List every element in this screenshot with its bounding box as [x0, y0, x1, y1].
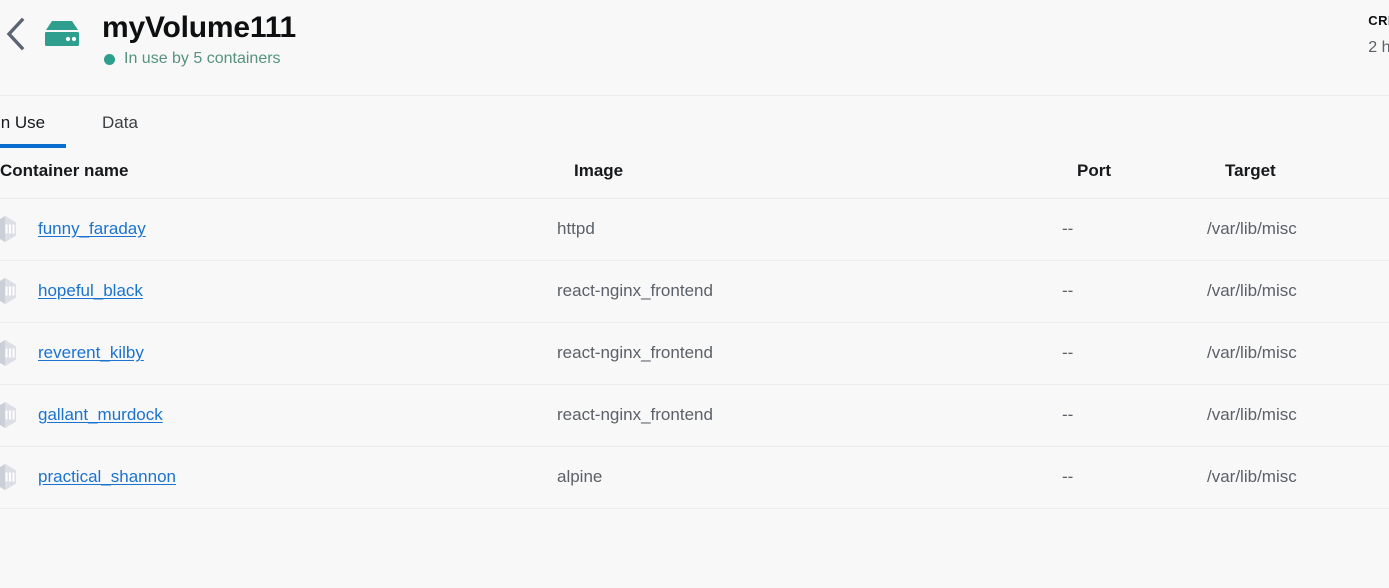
cell-target: /var/lib/misc [1207, 281, 1297, 300]
table-header: Container name Image Port Target [0, 150, 1389, 198]
container-name-link[interactable]: hopeful_black [38, 280, 143, 302]
cell-image: react-nginx_frontend [557, 281, 713, 300]
column-header-port: Port [1077, 160, 1111, 180]
container-box-icon [0, 400, 28, 430]
cell-container-name: practical_shannon [0, 446, 557, 508]
cell-container-name: gallant_murdock [0, 384, 557, 446]
created-meta: CREATED 2 hours a [1368, 12, 1389, 59]
cell-port: -- [1062, 343, 1074, 362]
table-body: funny_faraday httpd -- /var/lib/misc hop… [0, 198, 1389, 508]
cell-target: /var/lib/misc [1207, 405, 1297, 424]
container-box-icon [0, 276, 28, 306]
title-block: myVolume111 In use by 5 containers [102, 8, 296, 69]
cell-port: -- [1062, 405, 1074, 424]
cell-image: react-nginx_frontend [557, 343, 713, 362]
status-text: In use by 5 containers [124, 50, 281, 67]
table-header-row: Container name Image Port Target [0, 150, 1389, 198]
created-value: 2 hours a [1368, 39, 1389, 56]
tab-bar: In Use Data [0, 96, 1389, 150]
cell-container-name: reverent_kilby [0, 322, 557, 384]
cell-image: react-nginx_frontend [557, 405, 713, 424]
page-title: myVolume111 [102, 11, 297, 44]
containers-table-wrap: Container name Image Port Target funny_f… [0, 150, 1389, 568]
container-name-link[interactable]: funny_faraday [38, 218, 146, 240]
page-header: myVolume111 In use by 5 containers CREAT… [0, 0, 1389, 96]
cell-target: /var/lib/misc [1207, 343, 1297, 362]
cell-container-name: hopeful_black [0, 260, 557, 322]
container-name-link[interactable]: practical_shannon [38, 466, 176, 488]
container-name-link[interactable]: reverent_kilby [38, 342, 144, 364]
chevron-left-icon [4, 17, 26, 51]
cell-port: -- [1062, 467, 1074, 487]
status-dot-icon [104, 53, 115, 65]
volume-drive-icon [36, 8, 88, 60]
table-row[interactable]: reverent_kilby react-nginx_frontend -- /… [0, 322, 1389, 384]
containers-table: Container name Image Port Target funny_f… [0, 150, 1389, 508]
container-box-icon [0, 338, 28, 368]
volume-status: In use by 5 containers [104, 49, 296, 69]
tab-in-use[interactable]: In Use [0, 112, 66, 148]
created-label: CREATED [1368, 13, 1389, 28]
tab-data[interactable]: Data [102, 112, 138, 148]
container-name-link[interactable]: gallant_murdock [38, 404, 163, 426]
table-row[interactable]: gallant_murdock react-nginx_frontend -- … [0, 384, 1389, 446]
cell-port: -- [1062, 219, 1074, 238]
container-box-icon [0, 214, 28, 244]
cell-image: httpd [557, 219, 595, 238]
cell-container-name: funny_faraday [0, 198, 557, 260]
column-header-container-name: Container name [0, 160, 129, 180]
table-row[interactable]: funny_faraday httpd -- /var/lib/misc [0, 198, 1389, 260]
table-row[interactable]: practical_shannon alpine -- /var/lib/mis… [0, 446, 1389, 508]
back-button[interactable] [0, 8, 32, 60]
table-bottom-filler [0, 508, 1389, 568]
cell-image: alpine [557, 467, 603, 487]
cell-port: -- [1062, 281, 1074, 300]
column-header-image: Image [574, 160, 624, 180]
column-header-target: Target [1225, 160, 1276, 180]
header-left-group: myVolume111 In use by 5 containers [0, 0, 296, 96]
cell-target: /var/lib/misc [1207, 219, 1297, 238]
table-row[interactable]: hopeful_black react-nginx_frontend -- /v… [0, 260, 1389, 322]
container-box-icon [0, 462, 28, 492]
cell-target: /var/lib/misc [1207, 467, 1297, 487]
